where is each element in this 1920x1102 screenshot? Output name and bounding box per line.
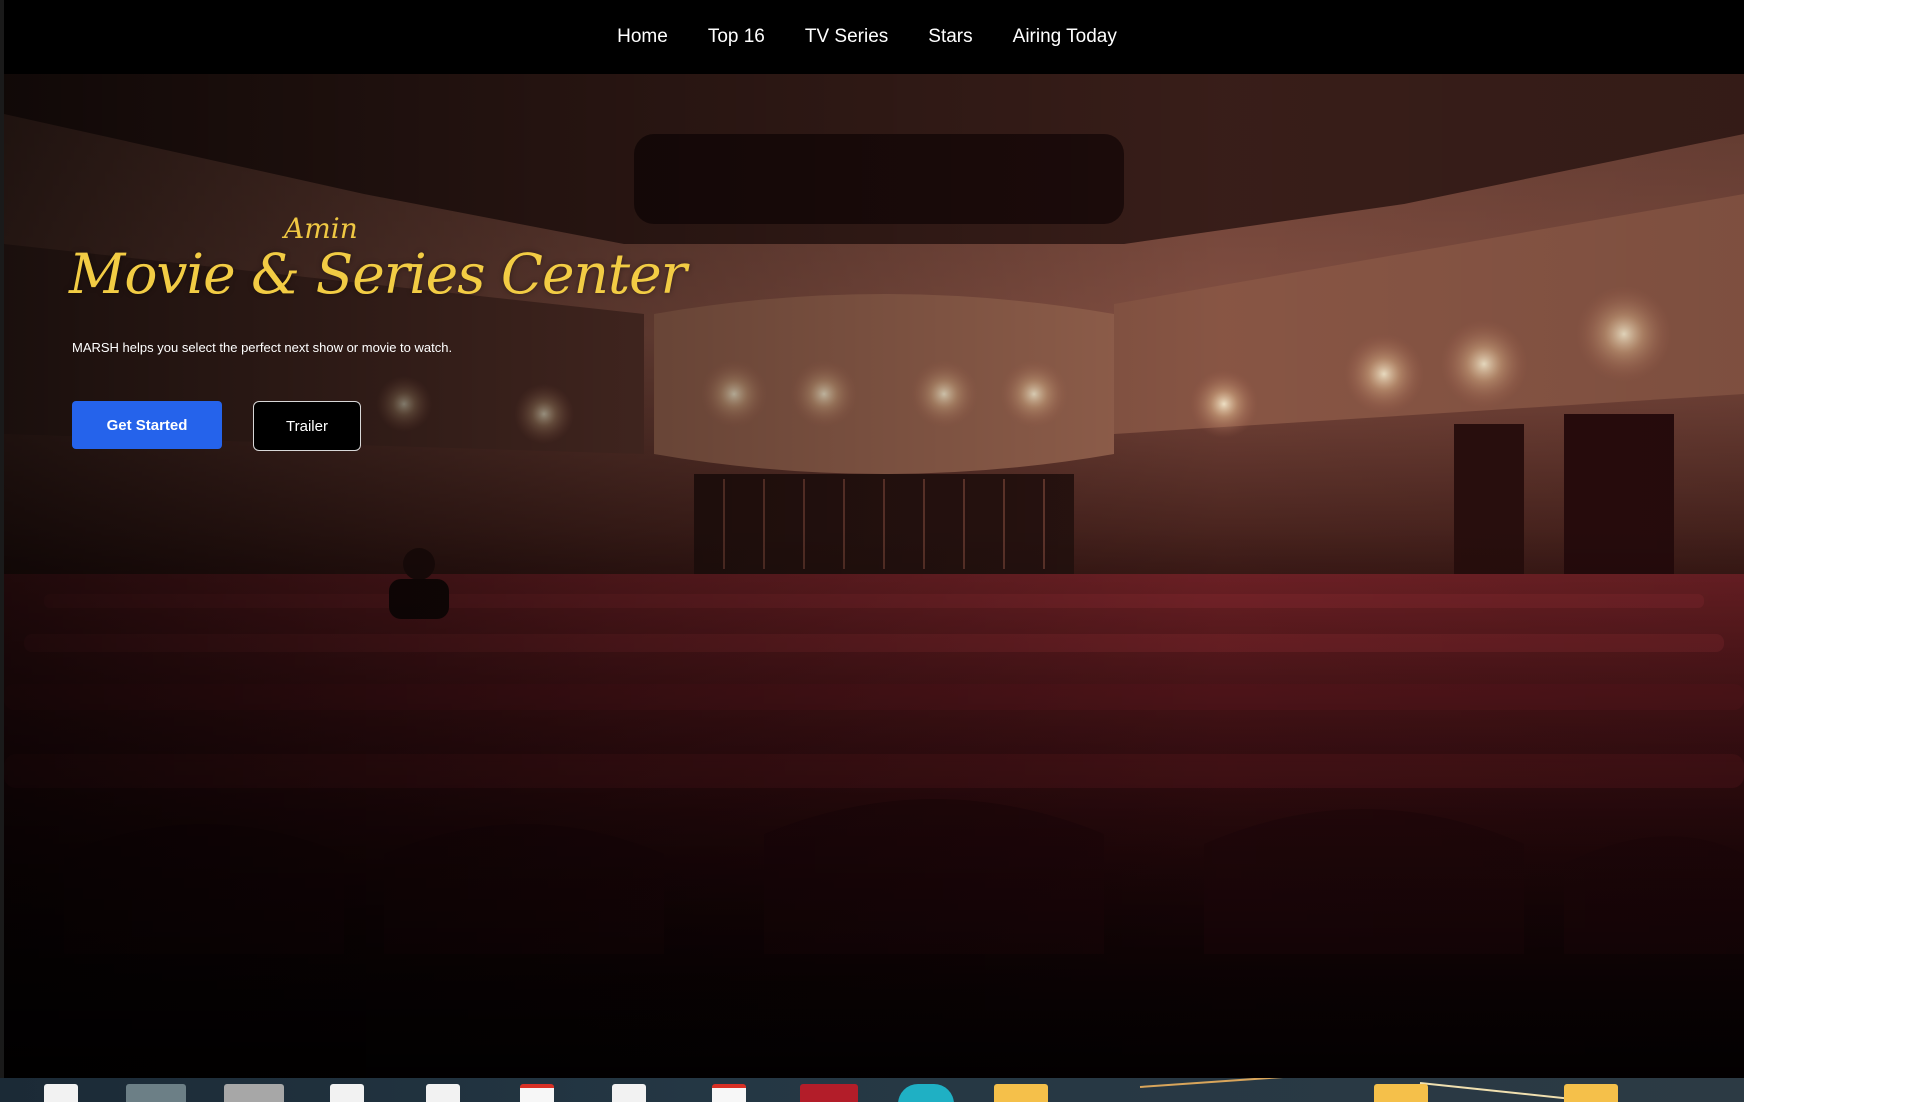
- folder-icon[interactable]: [1564, 1084, 1618, 1102]
- document-icon[interactable]: [612, 1084, 646, 1102]
- top-navigation: Home Top 16 TV Series Stars Airing Today: [4, 0, 1744, 74]
- document-icon[interactable]: [44, 1084, 78, 1102]
- hero-tagline: MARSH helps you select the perfect next …: [72, 340, 453, 355]
- nav-top-16[interactable]: Top 16: [708, 26, 765, 48]
- hero-section: Amin Movie & Series Center MARSH helps y…: [4, 74, 1744, 1078]
- trailer-button[interactable]: Trailer: [253, 401, 361, 451]
- hero-actions: Get Started Trailer: [72, 401, 686, 451]
- document-icon[interactable]: [330, 1084, 364, 1102]
- photo-thumbnail-icon[interactable]: [126, 1084, 186, 1102]
- nav-tv-series[interactable]: TV Series: [805, 26, 888, 48]
- document-icon[interactable]: [426, 1084, 460, 1102]
- edge-browser-icon[interactable]: [898, 1084, 954, 1102]
- nav-airing-today[interactable]: Airing Today: [1013, 26, 1117, 48]
- archive-icon[interactable]: [800, 1084, 858, 1102]
- nav-stars[interactable]: Stars: [928, 26, 972, 48]
- hero-title: Movie & Series Center: [69, 242, 687, 306]
- folder-icon[interactable]: [1374, 1084, 1428, 1102]
- hero-content: Amin Movie & Series Center MARSH helps y…: [69, 212, 687, 451]
- folder-icon[interactable]: [994, 1084, 1048, 1102]
- pdf-icon[interactable]: [520, 1084, 554, 1102]
- os-taskbar: [0, 1078, 1744, 1102]
- photo-thumbnail-icon[interactable]: [224, 1084, 284, 1102]
- get-started-button[interactable]: Get Started: [72, 401, 222, 449]
- brand-owner-name: Amin: [284, 212, 358, 245]
- pdf-icon[interactable]: [712, 1084, 746, 1102]
- browser-viewport: Home Top 16 TV Series Stars Airing Today: [0, 0, 1744, 1078]
- nav-home[interactable]: Home: [617, 26, 668, 48]
